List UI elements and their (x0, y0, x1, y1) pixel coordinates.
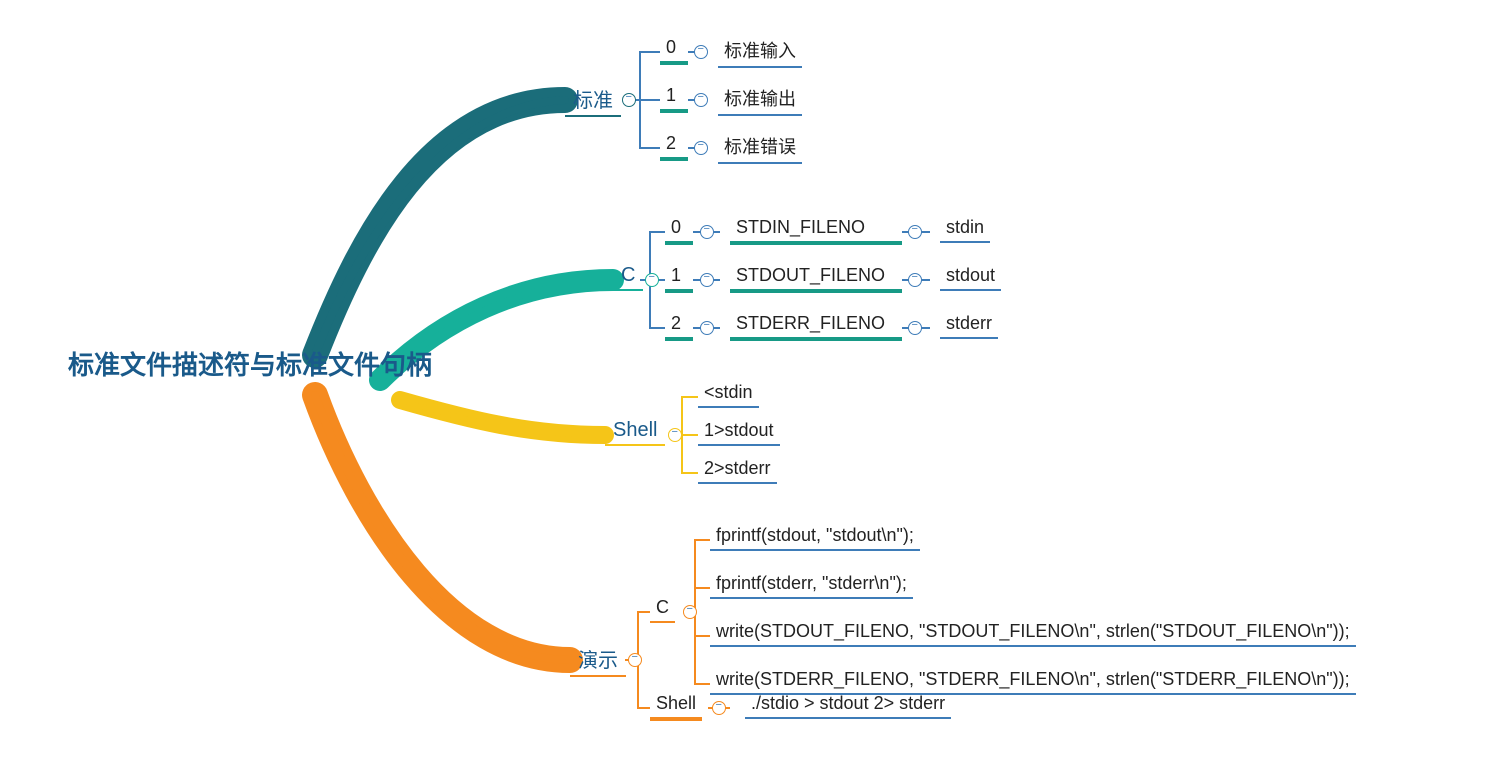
branch-standard[interactable]: 标准 (565, 80, 621, 117)
std-num-0: 0 (660, 34, 688, 65)
c-num-0: 0 (665, 214, 693, 245)
collapse-icon[interactable] (908, 273, 922, 287)
c-stream-0: stdin (940, 214, 990, 243)
collapse-icon[interactable] (628, 653, 642, 667)
root-title: 标准文件描述符与标准文件句柄 (68, 345, 432, 382)
shell-item-1: 1>stdout (698, 417, 780, 446)
collapse-icon[interactable] (668, 428, 682, 442)
std-name-2: 标准错误 (718, 130, 802, 164)
branch-demo[interactable]: 演示 (570, 640, 626, 677)
collapse-icon[interactable] (700, 273, 714, 287)
std-num-1: 1 (660, 82, 688, 113)
demo-c-line-0: fprintf(stdout, "stdout\n"); (710, 522, 920, 551)
collapse-icon[interactable] (712, 701, 726, 715)
branch-c[interactable]: C (613, 260, 643, 291)
collapse-icon[interactable] (700, 225, 714, 239)
branch-shell[interactable]: Shell (605, 415, 665, 446)
c-macro-2: STDERR_FILENO (730, 310, 902, 341)
collapse-icon[interactable] (908, 321, 922, 335)
demo-c-label[interactable]: C (650, 594, 675, 623)
collapse-icon[interactable] (700, 321, 714, 335)
collapse-icon[interactable] (694, 45, 708, 59)
collapse-icon[interactable] (694, 93, 708, 107)
c-macro-0: STDIN_FILENO (730, 214, 902, 245)
std-name-0: 标准输入 (718, 34, 802, 68)
demo-shell-cmd: ./stdio > stdout 2> stderr (745, 690, 951, 719)
c-num-1: 1 (665, 262, 693, 293)
std-name-1: 标准输出 (718, 82, 802, 116)
collapse-icon[interactable] (683, 605, 697, 619)
c-stream-2: stderr (940, 310, 998, 339)
collapse-icon[interactable] (908, 225, 922, 239)
collapse-icon[interactable] (622, 93, 636, 107)
demo-c-line-2: write(STDOUT_FILENO, "STDOUT_FILENO\n", … (710, 618, 1356, 647)
c-stream-1: stdout (940, 262, 1001, 291)
demo-shell-label[interactable]: Shell (650, 690, 702, 721)
collapse-icon[interactable] (645, 273, 659, 287)
demo-c-line-1: fprintf(stderr, "stderr\n"); (710, 570, 913, 599)
collapse-icon[interactable] (694, 141, 708, 155)
std-num-2: 2 (660, 130, 688, 161)
shell-item-2: 2>stderr (698, 455, 777, 484)
shell-item-0: <stdin (698, 379, 759, 408)
c-macro-1: STDOUT_FILENO (730, 262, 902, 293)
c-num-2: 2 (665, 310, 693, 341)
